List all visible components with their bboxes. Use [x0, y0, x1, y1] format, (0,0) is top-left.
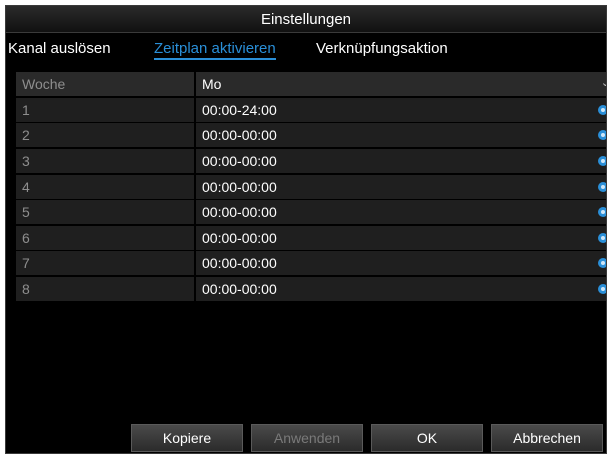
period-index: 5: [16, 200, 194, 225]
period-row: 2 00:00-00:00: [16, 123, 607, 148]
weekday-label: Woche: [16, 72, 194, 96]
period-time-field[interactable]: 00:00-00:00: [196, 225, 607, 250]
period-time-field[interactable]: 00:00-24:00: [196, 97, 607, 122]
gear-icon[interactable]: [597, 104, 607, 116]
period-index: 8: [16, 277, 194, 302]
period-time: 00:00-24:00: [202, 101, 277, 118]
tab-bar: Kanal auslösen Zeitplan aktivieren Verkn…: [6, 33, 606, 68]
period-index: 7: [16, 251, 194, 276]
period-row: 5 00:00-00:00: [16, 200, 607, 225]
period-time-field[interactable]: 00:00-00:00: [196, 174, 607, 199]
cancel-button[interactable]: Abbrechen: [491, 424, 603, 452]
period-time: 00:00-00:00: [202, 281, 277, 298]
weekday-select[interactable]: Mo ⌄: [196, 72, 606, 96]
period-time-field[interactable]: 00:00-00:00: [196, 251, 607, 276]
period-row: 6 00:00-00:00: [16, 225, 607, 250]
period-time-field[interactable]: 00:00-00:00: [196, 148, 607, 173]
gear-icon[interactable]: [597, 283, 607, 295]
period-time-field[interactable]: 00:00-00:00: [196, 277, 607, 302]
gear-icon[interactable]: [597, 155, 607, 167]
period-row: 1 00:00-24:00: [16, 97, 607, 122]
period-time: 00:00-00:00: [202, 255, 277, 272]
weekday-select-value: Mo: [202, 76, 222, 92]
settings-window: Einstellungen Kanal auslösen Zeitplan ak…: [5, 5, 607, 454]
period-row: 8 00:00-00:00: [16, 277, 607, 302]
period-time: 00:00-00:00: [202, 178, 277, 195]
period-time: 00:00-00:00: [202, 127, 277, 144]
weekday-row: Woche Mo ⌄: [16, 72, 606, 96]
tab-verknuepfungsaktion[interactable]: Verknüpfungsaktion: [316, 40, 448, 57]
ok-button[interactable]: OK: [371, 424, 483, 452]
period-time-field[interactable]: 00:00-00:00: [196, 200, 607, 225]
period-time: 00:00-00:00: [202, 204, 277, 221]
gear-icon[interactable]: [597, 129, 607, 141]
period-index: 4: [16, 174, 194, 199]
apply-button[interactable]: Anwenden: [251, 424, 363, 452]
period-index: 3: [16, 148, 194, 173]
button-bar: Kopiere Anwenden OK Abbrechen: [6, 420, 606, 453]
period-row: 3 00:00-00:00: [16, 148, 607, 173]
period-index: 1: [16, 97, 194, 122]
period-row: 7 00:00-00:00: [16, 251, 607, 276]
schedule-table: Woche Mo ⌄ 1 00:00-24:00 2 00:00-00:00 3…: [16, 72, 606, 303]
gear-icon[interactable]: [597, 206, 607, 218]
tab-zeitplan-aktivieren[interactable]: Zeitplan aktivieren: [154, 40, 276, 60]
period-index: 2: [16, 123, 194, 148]
period-row: 4 00:00-00:00: [16, 174, 607, 199]
period-time: 00:00-00:00: [202, 152, 277, 169]
gear-icon[interactable]: [597, 232, 607, 244]
window-title: Einstellungen: [6, 6, 606, 33]
chevron-down-icon: ⌄: [601, 72, 606, 96]
gear-icon[interactable]: [597, 257, 607, 269]
tab-kanal-ausloesen[interactable]: Kanal auslösen: [8, 40, 111, 57]
period-time: 00:00-00:00: [202, 229, 277, 246]
period-index: 6: [16, 225, 194, 250]
period-time-field[interactable]: 00:00-00:00: [196, 123, 607, 148]
copy-button[interactable]: Kopiere: [131, 424, 243, 452]
gear-icon[interactable]: [597, 181, 607, 193]
